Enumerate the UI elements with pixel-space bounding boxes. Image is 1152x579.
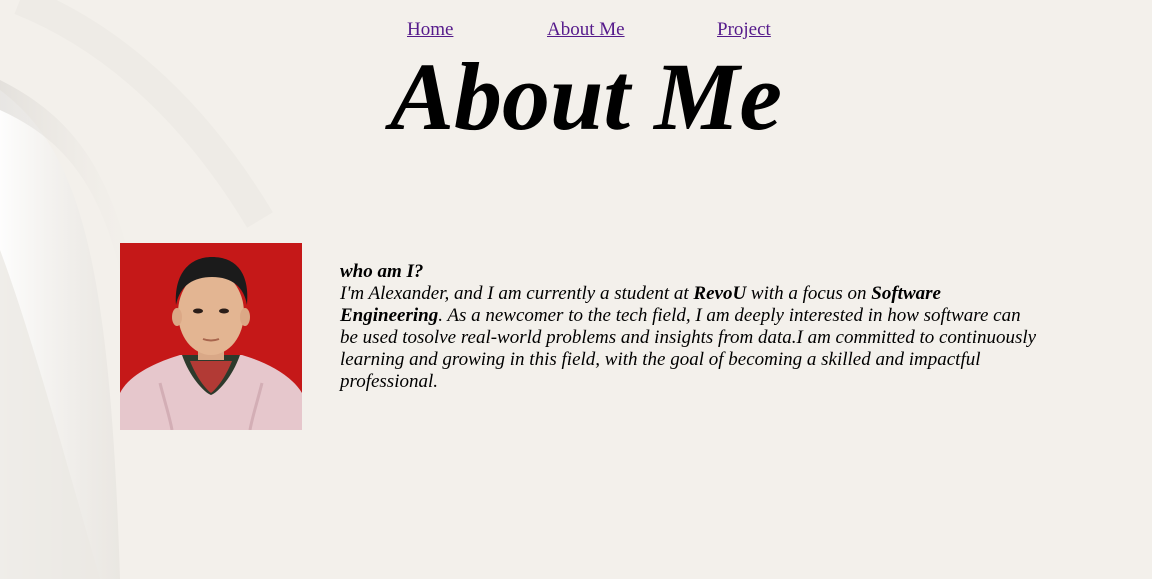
bio-text-mid: with a focus on bbox=[746, 283, 872, 304]
person-portrait-icon bbox=[120, 243, 302, 430]
nav-link-about-me[interactable]: About Me bbox=[547, 18, 625, 42]
bio-text-rest: . As a newcomer to the tech field, I am … bbox=[340, 305, 1037, 392]
bio-section: who am I? I'm Alexander, and I am curren… bbox=[340, 261, 1040, 393]
bio-heading: who am I? bbox=[340, 261, 424, 282]
top-navigation: Home About Me Project bbox=[0, 18, 1152, 42]
profile-photo bbox=[120, 243, 302, 430]
nav-link-home[interactable]: Home bbox=[407, 18, 453, 42]
nav-link-project[interactable]: Project bbox=[717, 18, 771, 42]
bio-text-intro: I'm Alexander, and I am currently a stud… bbox=[340, 283, 694, 304]
bio-school-name: RevoU bbox=[693, 283, 747, 304]
page-title: About Me bbox=[389, 43, 783, 150]
